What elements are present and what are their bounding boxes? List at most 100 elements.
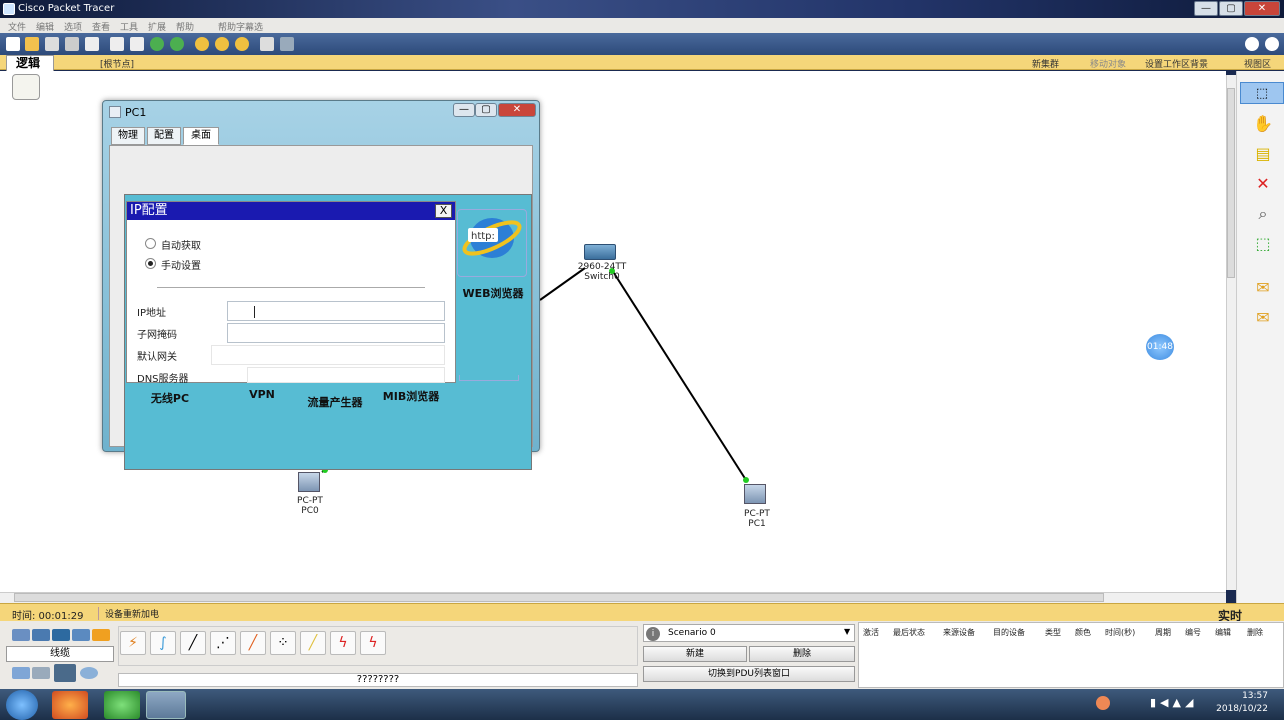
pc1-icon[interactable] (744, 484, 766, 504)
resize-shape-icon[interactable]: ⬚ (1252, 233, 1274, 255)
add-complex-pdu-icon[interactable]: ✉ (1252, 307, 1274, 329)
power-cycle-button[interactable]: 设备重新加电 (98, 607, 159, 620)
tab-config[interactable]: 配置 (147, 127, 181, 145)
web-browser-label[interactable]: WEB浏览器 (455, 285, 531, 301)
sogou-app-icon[interactable] (52, 691, 88, 719)
ip-address-input[interactable] (227, 301, 445, 321)
pc0-label: PC-PT PC0 (288, 496, 332, 516)
pc-window-maximize[interactable]: ▢ (475, 103, 497, 117)
text-cursor-icon (254, 306, 255, 318)
toggle-pdu-list-button[interactable]: 切换到PDU列表窗口 (643, 666, 855, 682)
switch-label: 2960-24TT Switch0 (572, 262, 632, 282)
mib-browser-app-icon[interactable] (459, 375, 519, 381)
hubs-category-icon[interactable] (52, 629, 70, 641)
dns-server-input[interactable] (247, 367, 445, 383)
pc1-window[interactable]: PC1 — ▢ ✕ 物理 配置 桌面 无线PC VPN 流量产生器 MIB浏览器… (102, 100, 540, 470)
tab-physical[interactable]: 物理 (111, 127, 145, 145)
add-simple-pdu-icon[interactable]: ✉ (1252, 277, 1274, 299)
pc-window-icon (109, 106, 121, 118)
horizontal-scroll-thumb[interactable] (14, 593, 1104, 602)
clock-date: 2018/10/22 (1216, 704, 1268, 714)
start-button[interactable] (6, 690, 38, 720)
vertical-scroll-thumb[interactable] (1227, 88, 1235, 278)
end-devices-category-icon[interactable] (12, 667, 30, 679)
cable-list-frame (118, 626, 638, 666)
ip-config-close-button[interactable]: X (435, 204, 452, 218)
note-icon[interactable]: ▤ (1252, 143, 1274, 165)
ip-config-title: IP配置 (127, 202, 455, 220)
col-color: 颜色 (1075, 628, 1091, 637)
web-browser-app[interactable]: http: (457, 209, 527, 277)
device-model-label: ???????? (118, 673, 638, 687)
tab-desktop[interactable]: 桌面 (183, 127, 219, 145)
mib-browser-label[interactable]: MIB浏览器 (373, 388, 449, 404)
switch-name-label: Switch0 (584, 272, 620, 282)
taskbar-clock[interactable]: 13:57 2018/10/22 (1216, 690, 1268, 716)
divider (157, 287, 425, 288)
delete-icon[interactable]: ✕ (1252, 173, 1274, 195)
vpn-label[interactable]: VPN (229, 388, 295, 401)
chevron-down-icon[interactable]: ▼ (844, 627, 850, 636)
new-scenario-button[interactable]: 新建 (643, 646, 747, 662)
move-hand-icon[interactable]: ✋ (1252, 113, 1274, 135)
ip-config-dialog[interactable]: IP配置 X 自动获取 手动设置 IP地址 子网掩码 默认网关 DNS服务器 (126, 201, 456, 385)
traffic-generator-label[interactable]: 流量产生器 (297, 394, 373, 410)
col-type: 类型 (1045, 628, 1061, 637)
dhcp-label[interactable]: 自动获取 (161, 237, 201, 252)
port-led-pc1 (743, 477, 749, 483)
status-bar: 时间: 00:01:29 设备重新加电 实时 (0, 603, 1284, 623)
subnet-mask-input[interactable] (227, 323, 445, 343)
taskbar (0, 689, 1284, 720)
col-periodic: 周期 (1155, 628, 1171, 637)
static-label[interactable]: 手动设置 (161, 257, 201, 272)
col-fire: 激活 (863, 628, 879, 637)
col-time: 时间(秒) (1105, 628, 1136, 637)
pc1-window-title: PC1 (125, 106, 147, 119)
packet-tracer-taskbar-icon[interactable] (146, 691, 186, 719)
input-method-icon[interactable] (1096, 696, 1110, 710)
col-source: 来源设备 (943, 628, 975, 637)
pc1-name-label: PC1 (748, 519, 766, 529)
connections-category-icon[interactable] (92, 629, 110, 641)
static-radio[interactable] (145, 258, 156, 269)
col-last-status: 最后状态 (893, 628, 925, 637)
select-tool-icon[interactable]: ⬚ (1240, 82, 1284, 104)
col-delete: 删除 (1247, 628, 1263, 637)
timer-badge[interactable]: 01:48 (1146, 334, 1174, 360)
col-num: 编号 (1185, 628, 1201, 637)
dns-server-label: DNS服务器 (137, 374, 189, 385)
pc-tabs: 物理 配置 桌面 (109, 125, 533, 145)
subnet-mask-label: 子网掩码 (137, 330, 177, 341)
pc0-type-label: PC-PT (297, 496, 323, 506)
pc0-name-label: PC0 (301, 506, 319, 516)
ip-address-label: IP地址 (137, 308, 166, 319)
web-browser-icon: http: (462, 218, 522, 258)
switches-category-icon[interactable] (32, 629, 50, 641)
multiuser-icon[interactable] (80, 667, 98, 679)
desktop-tab-panel: 无线PC VPN 流量产生器 MIB浏览器 http: WEB浏览器 IP配置 … (109, 145, 533, 470)
pc-window-minimize[interactable]: — (453, 103, 475, 117)
pc-window-close[interactable]: ✕ (498, 103, 536, 117)
scenario-select[interactable]: Scenario 0 (643, 624, 855, 642)
wireless-category-icon[interactable] (72, 629, 90, 641)
pc0-icon[interactable] (298, 472, 320, 492)
switch-icon[interactable] (584, 244, 616, 260)
browser-app-icon[interactable] (104, 691, 140, 719)
pc1-label: PC-PT PC1 (735, 509, 779, 529)
info-circle-icon: i (646, 627, 660, 641)
col-edit: 编辑 (1215, 628, 1231, 637)
dhcp-radio[interactable] (145, 238, 156, 249)
link-switch-pc1 (611, 269, 747, 481)
wan-emulation-icon[interactable] (32, 667, 50, 679)
routers-category-icon[interactable] (12, 629, 30, 641)
sim-time: 时间: 00:01:29 (12, 611, 84, 622)
delete-scenario-button[interactable]: 删除 (749, 646, 855, 662)
wireless-pc-label[interactable]: 无线PC (137, 390, 203, 406)
gateway-label: 默认网关 (137, 352, 177, 363)
tray-icons[interactable]: ▮◀▲◢ (1150, 696, 1197, 709)
switch-model-label: 2960-24TT (577, 262, 627, 272)
category-label: 线缆 (6, 646, 114, 662)
custom-devices-icon[interactable] (54, 664, 76, 682)
inspect-icon[interactable]: ⌕ (1252, 203, 1274, 225)
gateway-input[interactable] (211, 345, 445, 365)
